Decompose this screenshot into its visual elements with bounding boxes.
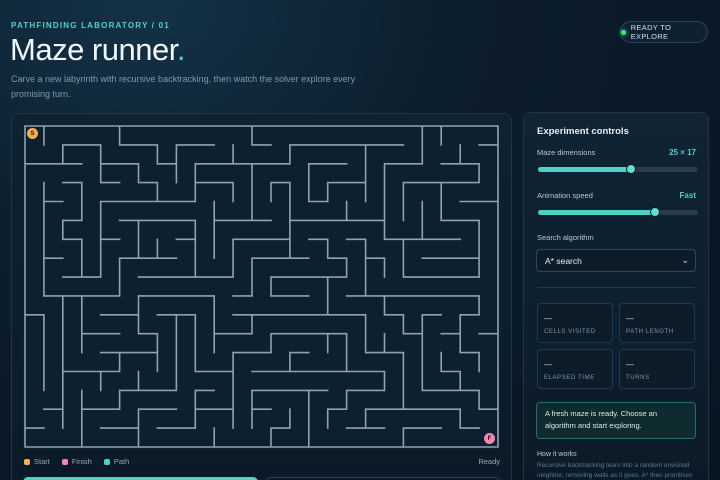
- legend-item-start: Start: [24, 457, 50, 466]
- stat-value: —: [544, 360, 552, 369]
- dimensions-slider-fill: [538, 167, 631, 172]
- start-marker: S: [27, 128, 38, 139]
- legend-label-start: Start: [34, 457, 50, 466]
- stat-path-length: — PATH LENGTH: [619, 303, 695, 343]
- stat-elapsed-time: — ELAPSED TIME: [537, 349, 613, 389]
- board-status: Ready: [478, 457, 500, 466]
- maze-walls: [24, 125, 499, 448]
- speed-label: Animation speed: [537, 191, 593, 200]
- stat-turns: — TURNS: [619, 349, 695, 389]
- speed-slider[interactable]: [538, 207, 698, 217]
- status-badge-label: READY TO EXPLORE: [630, 23, 672, 41]
- maze-wall-path: [24, 125, 499, 448]
- stat-value: —: [626, 360, 634, 369]
- dimensions-label: Maze dimensions: [537, 148, 596, 157]
- legend-label-finish: Finish: [71, 457, 92, 466]
- chevron-down-icon: ⌄: [681, 255, 689, 265]
- algorithm-selected-value: A* search: [545, 255, 582, 266]
- stat-value: —: [626, 314, 634, 323]
- legend-item-path: Path: [103, 457, 130, 466]
- legend-item-finish: Finish: [61, 457, 92, 466]
- speed-value: Fast: [679, 191, 696, 200]
- how-it-works-text: Recursive backtracking tears into a rand…: [537, 462, 693, 479]
- legend-swatch-finish: [61, 458, 68, 465]
- stat-label: CELLS VISITED: [544, 329, 596, 335]
- dimensions-slider[interactable]: [538, 164, 698, 174]
- stat-label: PATH LENGTH: [626, 329, 674, 335]
- legend-swatch-path: [103, 458, 110, 465]
- eyebrow: PATHFINDING LABORATORY / 01: [11, 21, 170, 30]
- stat-value: —: [544, 314, 552, 323]
- panel-divider: [537, 287, 695, 288]
- legend-label-path: Path: [113, 457, 130, 466]
- status-notice: A fresh maze is ready. Choose an algorit…: [536, 402, 696, 439]
- maze-legend: Start Finish Path: [24, 457, 129, 466]
- page-subtitle: Carve a new labyrinth with recursive bac…: [11, 74, 356, 99]
- status-dot-icon: [621, 29, 626, 35]
- page-title: Maze runner.: [10, 32, 185, 68]
- legend-swatch-start: [24, 458, 30, 465]
- maze-board[interactable]: [23, 124, 500, 449]
- speed-slider-fill: [538, 210, 655, 215]
- algorithm-select[interactable]: A* search ⌄: [536, 249, 696, 272]
- stat-label: ELAPSED TIME: [544, 375, 595, 381]
- stat-label: TURNS: [626, 375, 650, 381]
- status-badge: READY TO EXPLORE: [620, 21, 708, 43]
- dimensions-value: 25 × 17: [669, 148, 696, 157]
- stat-cells-visited: — CELLS VISITED: [537, 303, 613, 343]
- finish-marker: F: [484, 433, 495, 444]
- dimensions-slider-thumb[interactable]: [625, 164, 636, 174]
- speed-slider-thumb[interactable]: [649, 207, 660, 217]
- algorithm-label: Search algorithm: [537, 233, 594, 242]
- how-it-works-title: How it works: [537, 451, 577, 458]
- controls-title: Experiment controls: [537, 126, 629, 137]
- page-title-dot: .: [176, 32, 186, 67]
- page-title-text: Maze runner: [10, 32, 177, 67]
